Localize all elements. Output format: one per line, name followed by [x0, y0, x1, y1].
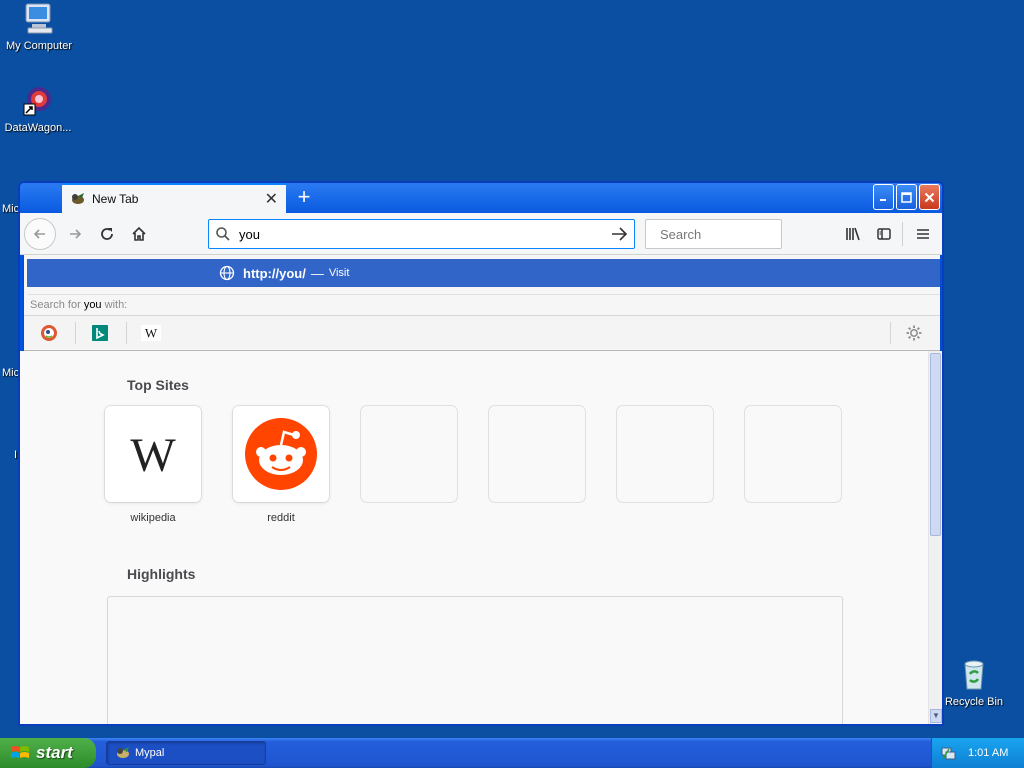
tab-strip: New Tab ✕ + — [20, 183, 942, 213]
navigation-toolbar — [20, 213, 942, 255]
go-arrow-icon[interactable] — [610, 226, 628, 242]
desktop-partial-label: Mic — [2, 367, 20, 379]
search-input[interactable] — [660, 226, 836, 242]
url-bar[interactable] — [208, 219, 635, 249]
wikipedia-icon: W — [130, 429, 176, 479]
mypal-icon — [117, 747, 129, 758]
menu-button[interactable] — [908, 219, 938, 249]
bing-icon — [92, 325, 108, 341]
sidebar-button[interactable] — [869, 219, 899, 249]
minimize-icon — [879, 199, 886, 201]
desktop-icon-label: My Computer — [5, 40, 73, 52]
top-site-label: reddit — [267, 512, 295, 524]
start-label: start — [36, 743, 73, 762]
desktop-partial-label: Mic — [2, 203, 20, 215]
search-bar[interactable] — [645, 219, 836, 249]
sidebar-icon — [877, 228, 891, 240]
highlights-panel — [107, 596, 843, 724]
search-for-label: Search for you with: — [28, 294, 940, 315]
datawagon-icon — [21, 84, 55, 118]
vertical-scrollbar[interactable]: ▼ — [928, 351, 942, 724]
system-tray: 1:01 AM — [931, 738, 1024, 768]
autocomplete-url: http://you/ — [243, 265, 306, 281]
hamburger-menu-icon — [917, 229, 929, 239]
close-window-button[interactable] — [919, 184, 940, 210]
search-for-prefix: Search for — [30, 299, 84, 311]
top-site-tile-wikipedia[interactable]: W — [105, 406, 201, 502]
search-engine-list: W — [24, 315, 940, 349]
desktop-icon-recycle-bin[interactable]: Recycle Bin — [936, 658, 1012, 708]
gear-icon — [906, 325, 922, 341]
home-icon — [132, 226, 146, 241]
forward-arrow-icon — [70, 229, 82, 239]
close-icon — [924, 192, 935, 202]
search-for-term: you — [83, 299, 102, 311]
search-settings-button[interactable] — [890, 322, 938, 344]
desktop-icon-my-computer[interactable]: My Computer — [1, 2, 77, 52]
back-arrow-icon — [33, 229, 45, 239]
top-site-tile-empty[interactable] — [489, 406, 585, 502]
network-icon[interactable] — [940, 745, 956, 761]
back-button[interactable] — [24, 218, 56, 250]
new-tab-button[interactable]: + — [292, 186, 316, 210]
bing-engine-button[interactable] — [75, 322, 125, 344]
windows-logo-icon — [11, 746, 29, 758]
autocomplete-action: Visit — [328, 267, 350, 279]
globe-icon — [219, 265, 235, 281]
taskbar: start Mypal 1:01 AM — [0, 738, 1024, 768]
clock: 1:01 AM — [968, 747, 1009, 759]
computer-icon — [22, 2, 56, 36]
top-sites-heading: Top Sites — [127, 377, 189, 393]
top-site-tile-reddit[interactable] — [233, 406, 329, 502]
mypal-icon — [70, 191, 86, 207]
taskbar-button-label: Mypal — [135, 747, 165, 759]
autocomplete-popup: http://you/ — Visit Search for you with:… — [24, 255, 940, 351]
scroll-down-arrow-icon[interactable]: ▼ — [930, 709, 942, 723]
taskbar-button-mypal[interactable]: Mypal — [106, 741, 266, 765]
desktop-icon-label: DataWagon... — [4, 122, 72, 134]
top-site-label: wikipedia — [130, 512, 176, 524]
tab-title: New Tab — [92, 192, 139, 206]
tab-new-tab[interactable]: New Tab ✕ — [62, 183, 286, 213]
desktop-icon-datawagon[interactable]: DataWagon... — [0, 84, 76, 134]
forward-button[interactable] — [60, 219, 90, 249]
top-site-tile-empty[interactable] — [745, 406, 841, 502]
desktop-partial-label: I — [14, 449, 18, 461]
toolbar-separator — [902, 222, 903, 246]
wikipedia-icon: W — [141, 325, 161, 341]
reload-button[interactable] — [92, 219, 122, 249]
autocomplete-visit-row[interactable]: http://you/ — Visit — [27, 259, 940, 287]
highlights-heading: Highlights — [127, 566, 196, 582]
svg-text:W: W — [130, 429, 176, 479]
top-site-tile-empty[interactable] — [361, 406, 457, 502]
maximize-button[interactable] — [896, 184, 917, 210]
close-tab-icon[interactable]: ✕ — [265, 189, 278, 209]
reload-icon — [101, 228, 113, 240]
library-icon — [846, 227, 860, 241]
url-input[interactable] — [239, 226, 610, 242]
autocomplete-dash: — — [310, 265, 324, 281]
top-site-tile-empty[interactable] — [617, 406, 713, 502]
scrollbar-thumb[interactable] — [930, 353, 941, 536]
search-for-suffix: with: — [101, 299, 128, 311]
desktop-icon-label: Recycle Bin — [944, 696, 1004, 708]
browser-window: New Tab ✕ + you Search http://you/ — Vis… — [18, 181, 944, 726]
duckduckgo-icon — [41, 325, 57, 341]
svg-text:W: W — [145, 326, 158, 341]
recycle-bin-icon — [957, 658, 991, 692]
maximize-icon — [901, 191, 912, 203]
search-icon — [216, 227, 230, 241]
duckduckgo-engine-button[interactable] — [24, 322, 74, 344]
library-button[interactable] — [838, 219, 868, 249]
start-button[interactable]: start — [0, 738, 96, 768]
minimize-button[interactable] — [873, 184, 894, 210]
reddit-icon — [245, 418, 317, 490]
wikipedia-engine-button[interactable]: W — [126, 322, 176, 344]
home-button[interactable] — [124, 219, 154, 249]
